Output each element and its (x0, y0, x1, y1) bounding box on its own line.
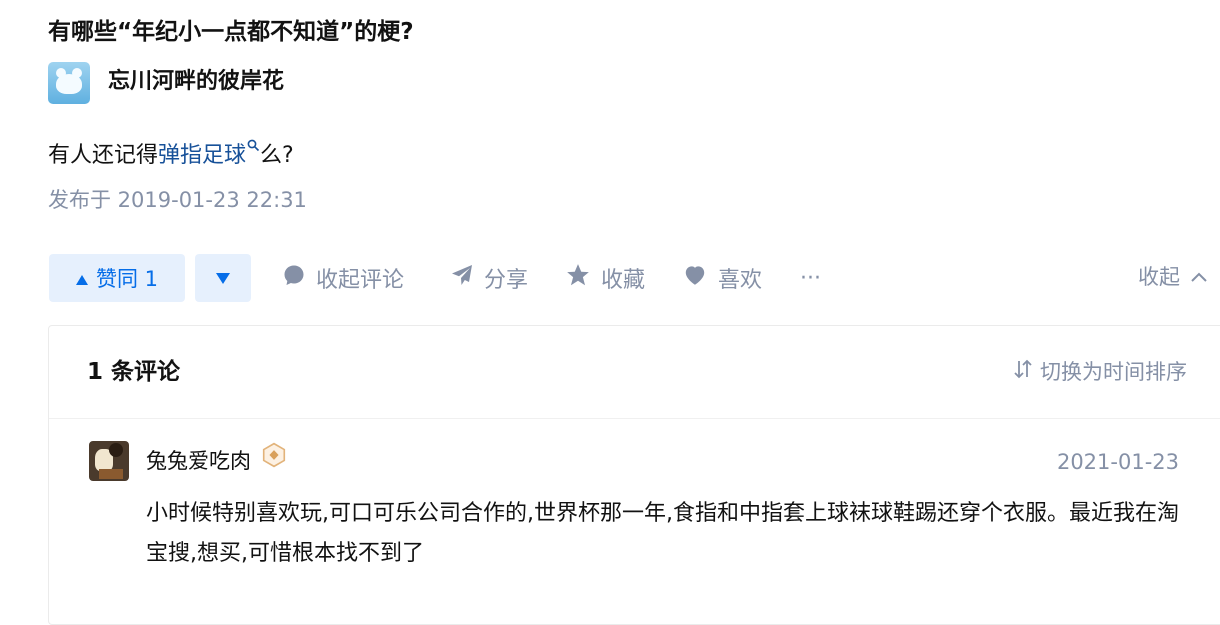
comment-author-name: 兔兔爱吃肉 (146, 448, 251, 473)
triangle-down-icon (216, 269, 230, 288)
downvote-button[interactable] (195, 254, 251, 302)
upvote-label: 赞同 1 (95, 267, 159, 291)
bear-avatar-face-icon (56, 74, 82, 94)
publish-time[interactable]: 发布于 2019-01-23 22:31 (48, 182, 307, 218)
comments-panel: 1 条评论 切换为时间排序 兔兔爱吃肉 2021-01-23 小时候特别喜欢玩,… (48, 325, 1220, 625)
favorite-button[interactable]: 收藏 (565, 258, 645, 298)
more-label: ··· (800, 265, 821, 291)
share-label: 分享 (484, 268, 529, 293)
commenter-avatar[interactable] (89, 441, 129, 481)
heart-icon (682, 262, 708, 294)
share-button[interactable]: 分享 (450, 258, 528, 298)
author-name[interactable]: 忘川河畔的彼岸花 (108, 64, 284, 100)
comment-toggle-button[interactable]: 收起评论 (282, 258, 404, 298)
collapse-label: 收起 (1138, 265, 1180, 289)
answer-text-after: 么? (260, 143, 294, 168)
user-level-badge-icon (261, 442, 287, 479)
star-icon (565, 262, 591, 294)
sort-arrows-icon (1014, 358, 1032, 385)
comment-date: 2021-01-23 (1056, 450, 1179, 474)
comment-author[interactable]: 兔兔爱吃肉 (146, 442, 287, 479)
comment-toggle-label: 收起评论 (316, 268, 405, 293)
sort-toggle-button[interactable]: 切换为时间排序 (1014, 356, 1187, 386)
comment-count: 1 条评论 (87, 359, 181, 385)
answer-body: 有人还记得弹指足球 么? (48, 128, 294, 174)
sort-toggle-label: 切换为时间排序 (1040, 360, 1187, 384)
like-label: 喜欢 (718, 268, 763, 293)
paper-plane-icon (450, 263, 474, 293)
upvote-button[interactable]: 赞同 1 (49, 254, 185, 302)
question-title[interactable]: 有哪些“年纪小一点都不知道”的梗? (48, 14, 414, 50)
answer-search-link[interactable]: 弹指足球 (158, 143, 246, 168)
triangle-up-icon (75, 266, 88, 290)
search-icon[interactable] (247, 128, 260, 164)
author-avatar[interactable] (48, 62, 90, 104)
avatar-body-icon (99, 469, 123, 479)
more-button[interactable]: ··· (800, 258, 821, 298)
comment-bubble-icon (282, 263, 306, 293)
comment-text: 小时候特别喜欢玩,可口可乐公司合作的,世界杯那一年,食指和中指套上球袜球鞋踢还穿… (146, 501, 1179, 566)
avatar-hair-icon (109, 443, 123, 457)
comments-header: 1 条评论 切换为时间排序 (49, 326, 1220, 419)
favorite-label: 收藏 (601, 268, 646, 293)
like-button[interactable]: 喜欢 (682, 258, 762, 298)
chevron-up-icon (1190, 264, 1208, 288)
collapse-answer-button[interactable]: 收起 (1138, 256, 1208, 296)
answer-text-before: 有人还记得 (48, 143, 159, 168)
